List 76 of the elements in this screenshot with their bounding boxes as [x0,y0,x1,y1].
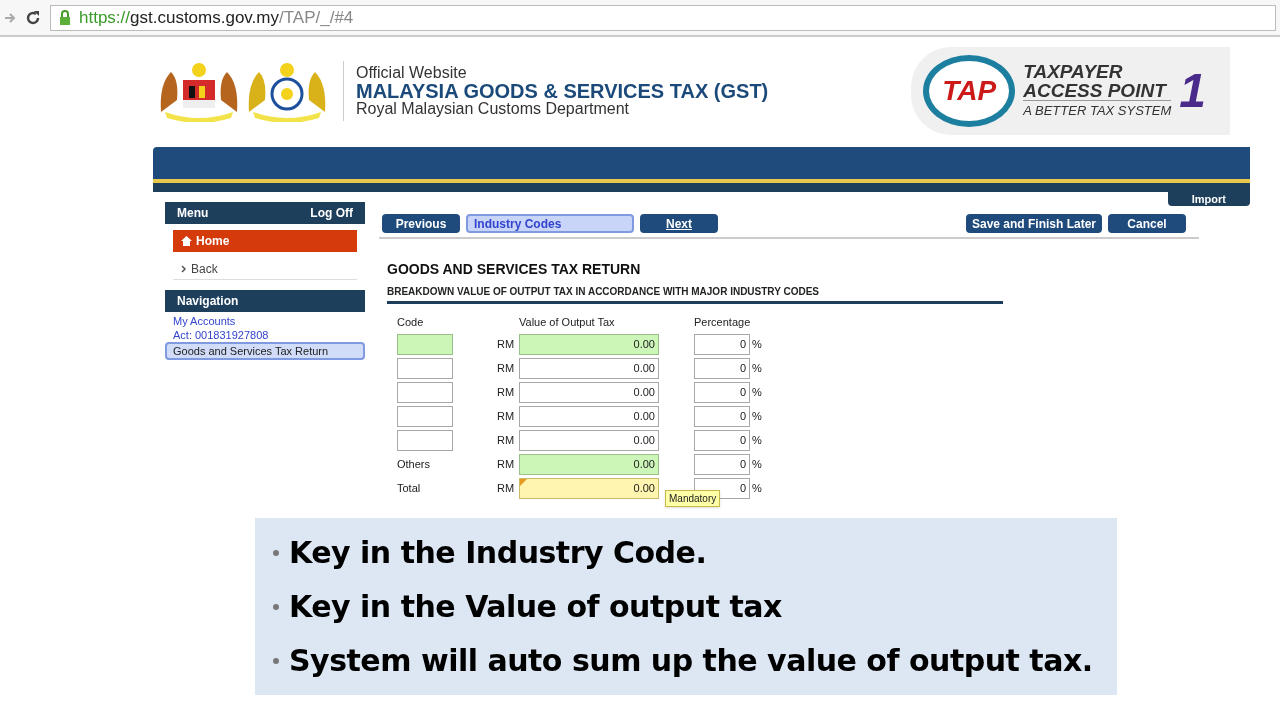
percentage-field[interactable]: 0 [694,453,750,475]
navigation-title: Navigation [177,293,239,310]
nav-link[interactable]: My Accounts [165,314,365,328]
row-label: Others [397,456,431,472]
value-field[interactable]: 0.00 [519,381,659,403]
percentage-field[interactable]: 0 [694,381,750,403]
bullet-icon [273,549,279,556]
percent-label: % [751,432,763,448]
code-field[interactable] [397,405,453,427]
currency-label: RM [497,336,516,352]
tap-title: ACCESS POINT [1023,81,1168,100]
note-text: Key in the Value of output tax [289,587,782,626]
forward-icon[interactable] [4,11,16,24]
percentage-field[interactable]: 0 [694,357,750,379]
percent-label: % [751,456,763,472]
currency-label: RM [497,408,516,424]
back-link[interactable]: Back [173,258,357,280]
percent-label: % [751,384,763,400]
percentage-field[interactable]: 0 [694,429,750,451]
value-field[interactable]: 0.00 [519,357,659,379]
column-header: Value of Output Tax [519,315,616,330]
next-button[interactable]: Next [640,214,718,233]
code-field[interactable] [397,357,453,379]
percentage-field[interactable]: 0 [694,405,750,427]
tap-title: TAXPAYER [1023,62,1124,81]
value-field[interactable]: 0.00 [519,453,659,475]
site-title: MALAYSIA GOODS & SERVICES TAX (GST) [356,82,769,100]
cancel-button[interactable]: Cancel [1108,214,1186,233]
import-tab[interactable]: Import [1167,192,1250,206]
currency-label: RM [497,432,516,448]
value-field[interactable]: 0.00 [519,477,659,499]
department-name: Royal Malaysian Customs Department [356,100,630,118]
logoff-link[interactable]: Log Off [310,204,353,222]
currency-label: RM [497,360,516,376]
lock-icon [59,10,71,25]
value-field[interactable]: 0.00 [519,333,659,355]
one-logo: 1 [1179,63,1206,119]
save-button[interactable]: Save and Finish Later [965,214,1102,233]
row-label: Total [397,480,422,496]
currency-label: RM [497,480,516,496]
site-label: Official Website [356,64,468,82]
value-field[interactable]: 0.00 [519,405,659,427]
column-header: Code [397,315,425,330]
url-text: https://gst.customs.gov.my/TAP/_/#4 [79,6,354,29]
required-corner-icon [520,478,527,486]
tap-badge: TAP [923,55,1016,127]
bullet-icon [273,657,279,664]
value-field[interactable]: 0.00 [519,429,659,451]
form-subtitle: BREAKDOWN VALUE OF OUTPUT TAX IN ACCORDANCE WITH MAJOR INDUSTRY CODES [387,284,1003,304]
currency-label: RM [497,384,516,400]
percent-label: % [751,360,763,376]
code-field[interactable] [397,429,453,451]
reload-icon[interactable] [24,8,42,27]
percent-label: % [751,336,763,352]
column-header: Percentage [694,315,752,330]
menu-title: Menu [177,205,209,222]
home-icon [181,236,192,246]
home-button[interactable]: Home [173,230,357,252]
note-text: Key in the Industry Code. [289,533,707,572]
code-field[interactable] [397,333,453,355]
code-field[interactable] [397,381,453,403]
bullet-icon [273,603,279,610]
currency-label: RM [497,456,516,472]
tooltip: Mandatory [665,489,721,507]
nav-item[interactable]: Goods and Services Tax Return [165,342,365,360]
nav-link[interactable]: Act: 001831927808 [165,328,365,342]
form-title: GOODS AND SERVICES TAX RETURN [387,260,642,279]
step-field[interactable]: Industry Codes [466,214,634,233]
percent-label: % [751,408,763,424]
url-field[interactable]: https://gst.customs.gov.my/TAP/_/#4 [50,4,1276,31]
chevron-icon [181,264,187,273]
percent-label: % [751,480,763,496]
previous-button[interactable]: Previous [382,214,460,233]
note-text: System will auto sum up the value of output tax. [289,641,1093,680]
percentage-field[interactable]: 0 [694,333,750,355]
tap-slogan: A BETTER TAX SYSTEM [1023,100,1172,120]
